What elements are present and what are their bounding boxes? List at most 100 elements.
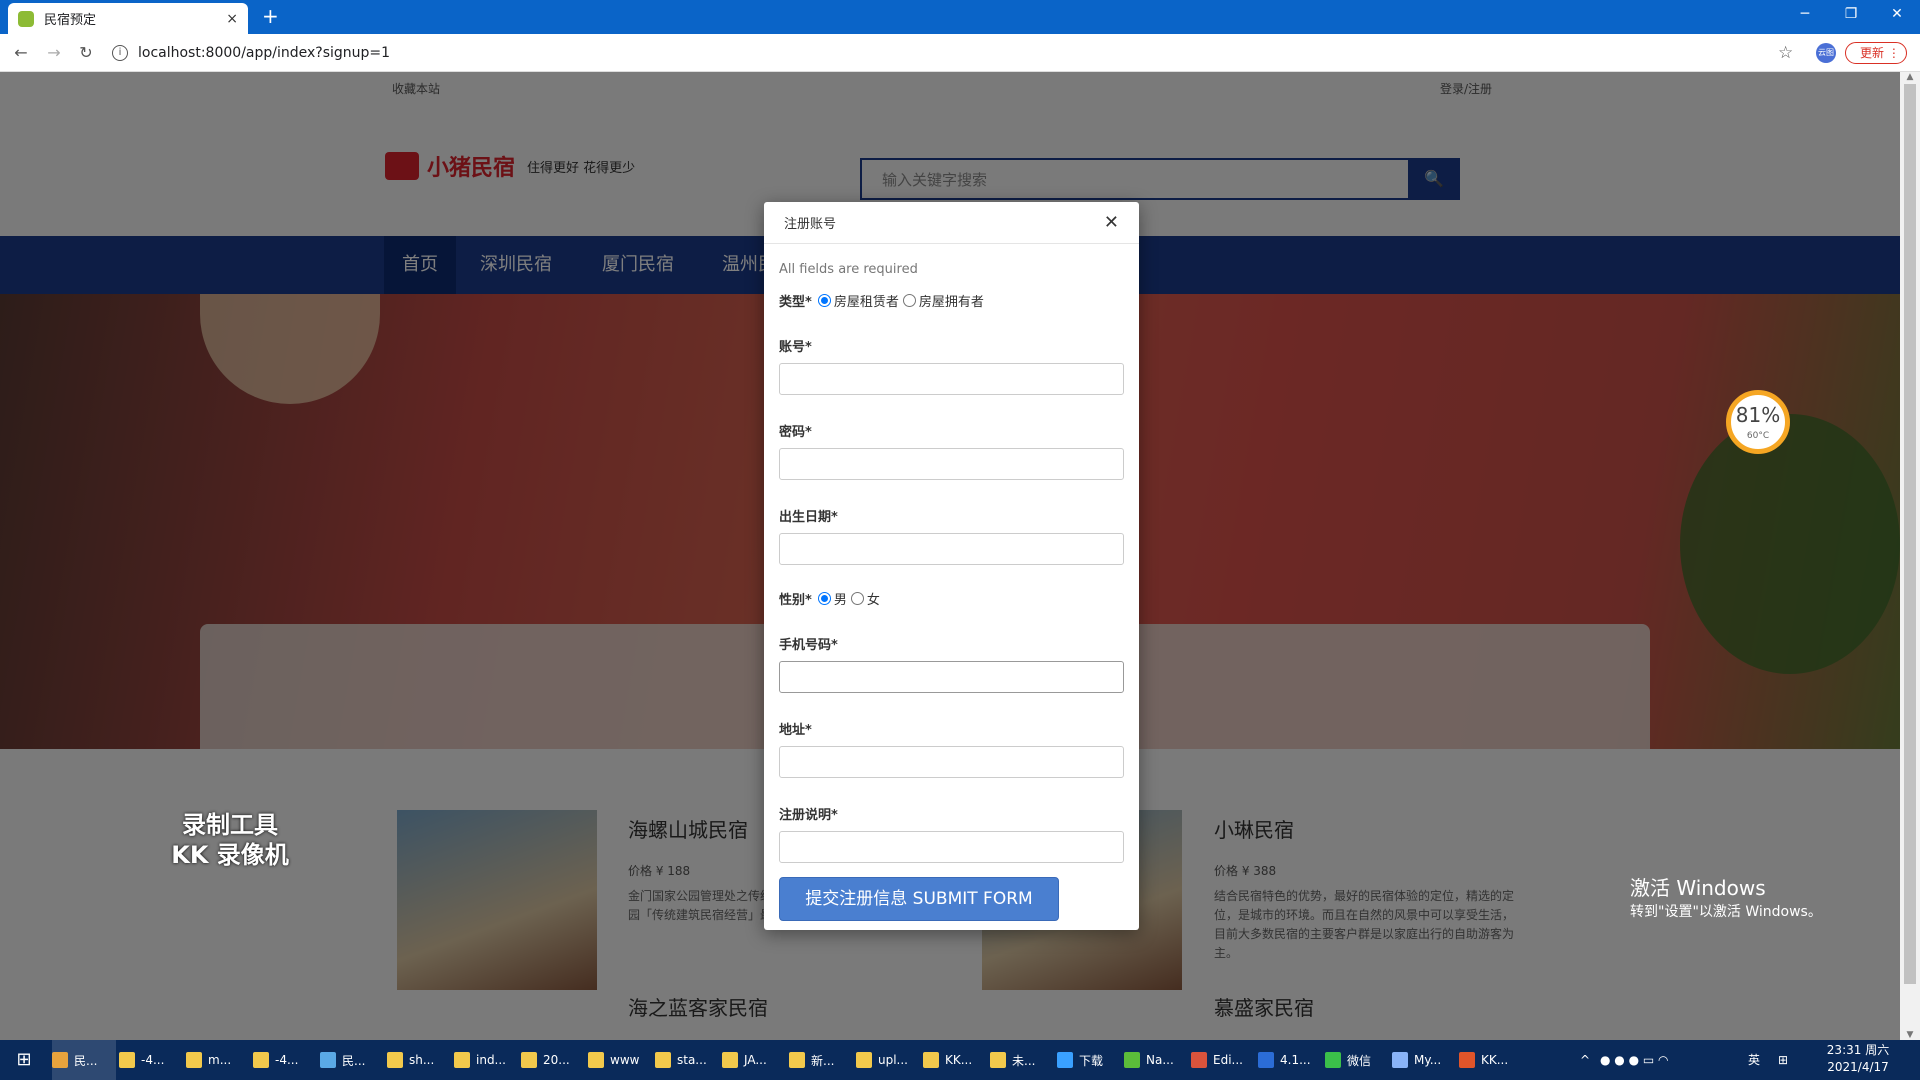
taskbar-item[interactable]: JA...: [722, 1040, 786, 1080]
taskbar-app-icon: [1392, 1052, 1408, 1068]
taskbar-item[interactable]: 4.1...: [1258, 1040, 1322, 1080]
taskbar-app-icon: [923, 1052, 939, 1068]
taskbar-app-icon: [186, 1052, 202, 1068]
update-button[interactable]: 更新 ⋮: [1845, 42, 1907, 64]
page-scrollbar[interactable]: ▲ ▼: [1900, 72, 1920, 1040]
taskbar-app-icon: [1124, 1052, 1140, 1068]
activate-windows-watermark: 激活 Windows 转到"设置"以激活 Windows。: [1630, 872, 1822, 921]
taskbar-item-label: Edi...: [1213, 1053, 1243, 1067]
back-button[interactable]: ←: [10, 42, 32, 64]
browser-tab[interactable]: 民宿预定 ×: [8, 3, 248, 34]
gender-option-female[interactable]: 女: [867, 589, 880, 608]
bookmark-star-icon[interactable]: ☆: [1778, 43, 1793, 63]
extension-icon[interactable]: 云图: [1816, 43, 1836, 63]
taskbar-app-icon: [320, 1052, 336, 1068]
taskbar-item[interactable]: -4...: [253, 1040, 317, 1080]
taskbar-item-label: 20...: [543, 1053, 570, 1067]
signup-modal: 注册账号 ✕ All fields are required 类型* 房屋租赁者…: [764, 202, 1139, 930]
tray-icons[interactable]: ● ● ● ▭ ◠: [1600, 1040, 1690, 1080]
submit-button[interactable]: 提交注册信息 SUBMIT FORM: [779, 877, 1059, 921]
taskbar-item[interactable]: My...: [1392, 1040, 1456, 1080]
address-bar: ← → ↻ i localhost:8000/app/index?signup=…: [0, 34, 1920, 72]
taskbar-item[interactable]: Na...: [1124, 1040, 1188, 1080]
taskbar-app-icon: [789, 1052, 805, 1068]
gender-radio-female[interactable]: [850, 592, 864, 605]
browser-tabstrip: 民宿预定 × + ─ ❐ ✕: [0, 0, 1920, 34]
input-method-icon[interactable]: ⊞: [1778, 1040, 1788, 1080]
modal-title: 注册账号: [784, 217, 837, 232]
type-radio-owner[interactable]: [902, 294, 916, 307]
taskbar-item[interactable]: -4...: [119, 1040, 183, 1080]
taskbar-item-label: m...: [208, 1053, 232, 1067]
required-note: All fields are required: [779, 262, 918, 277]
taskbar-item-label: ind...: [476, 1053, 506, 1067]
taskbar-item[interactable]: sh...: [387, 1040, 451, 1080]
taskbar-item[interactable]: www: [588, 1040, 652, 1080]
tray-chevron-icon[interactable]: ^: [1580, 1040, 1590, 1080]
taskbar-item[interactable]: 20...: [521, 1040, 585, 1080]
taskbar-item[interactable]: 民...: [320, 1040, 384, 1080]
taskbar-app-icon: [1057, 1052, 1073, 1068]
taskbar-item-label: 民...: [74, 1053, 98, 1068]
taskbar-item[interactable]: upl...: [856, 1040, 920, 1080]
taskbar-item-label: Na...: [1146, 1053, 1174, 1067]
gender-option-male[interactable]: 男: [834, 589, 847, 608]
taskbar-item-label: sta...: [677, 1053, 707, 1067]
type-option-renter[interactable]: 房屋租赁者: [834, 291, 899, 310]
taskbar-item[interactable]: ind...: [454, 1040, 518, 1080]
type-row: 类型* 房屋租赁者 房屋拥有者: [779, 291, 1124, 310]
taskbar-item[interactable]: 未...: [990, 1040, 1054, 1080]
gender-radio-male[interactable]: [817, 592, 831, 605]
gender-label: 性别*: [779, 593, 812, 608]
scroll-down-icon[interactable]: ▼: [1900, 1030, 1920, 1040]
cpu-gauge-widget[interactable]: 81% 60°C: [1726, 390, 1790, 454]
address-label: 地址*: [779, 723, 812, 738]
tab-close-icon[interactable]: ×: [226, 11, 238, 27]
birth-input[interactable]: [779, 533, 1124, 565]
taskbar-item[interactable]: 新...: [789, 1040, 853, 1080]
taskbar-item-label: -4...: [141, 1053, 165, 1067]
taskbar-app-icon: [253, 1052, 269, 1068]
restore-button[interactable]: ❐: [1828, 0, 1874, 30]
site-info-icon[interactable]: i: [112, 45, 128, 61]
taskbar-item-label: www: [610, 1053, 640, 1067]
site-favicon-icon: [18, 10, 34, 27]
start-button[interactable]: ⊞: [0, 1040, 48, 1080]
modal-close-icon[interactable]: ✕: [1104, 212, 1119, 233]
taskbar-item[interactable]: 民...: [52, 1040, 116, 1080]
taskbar-item[interactable]: sta...: [655, 1040, 719, 1080]
account-input[interactable]: [779, 363, 1124, 395]
taskbar-clock[interactable]: 23:31 周六 2021/4/17: [1818, 1042, 1898, 1076]
new-tab-button[interactable]: +: [262, 6, 279, 26]
taskbar-item[interactable]: m...: [186, 1040, 250, 1080]
address-input[interactable]: [779, 746, 1124, 778]
taskbar-item[interactable]: KK...: [923, 1040, 987, 1080]
taskbar-item[interactable]: Edi...: [1191, 1040, 1255, 1080]
taskbar-item-label: My...: [1414, 1053, 1442, 1067]
taskbar-app-icon: [856, 1052, 872, 1068]
note-input[interactable]: [779, 831, 1124, 863]
taskbar-item-label: 民...: [342, 1053, 366, 1068]
type-label: 类型*: [779, 295, 812, 310]
modal-header: 注册账号 ✕: [764, 202, 1139, 244]
url-field[interactable]: i localhost:8000/app/index?signup=1: [112, 39, 1772, 67]
password-label: 密码*: [779, 425, 812, 440]
menu-icon: ⋮: [1887, 46, 1900, 60]
reload-button[interactable]: ↻: [75, 42, 97, 64]
phone-input[interactable]: [779, 661, 1124, 693]
taskbar-item-label: KK...: [1481, 1053, 1509, 1067]
scroll-thumb[interactable]: [1904, 84, 1916, 984]
taskbar-app-icon: [722, 1052, 738, 1068]
taskbar-item[interactable]: 微信: [1325, 1040, 1389, 1080]
type-option-owner[interactable]: 房屋拥有者: [919, 291, 984, 310]
forward-button[interactable]: →: [43, 42, 65, 64]
ime-indicator[interactable]: 英: [1748, 1040, 1760, 1080]
scroll-up-icon[interactable]: ▲: [1900, 72, 1920, 82]
window-close-button[interactable]: ✕: [1874, 0, 1920, 30]
taskbar-app-icon: [521, 1052, 537, 1068]
password-input[interactable]: [779, 448, 1124, 480]
taskbar-item[interactable]: KK...: [1459, 1040, 1523, 1080]
minimize-button[interactable]: ─: [1782, 0, 1828, 30]
taskbar-item[interactable]: 下载: [1057, 1040, 1121, 1080]
type-radio-renter[interactable]: [817, 294, 831, 307]
